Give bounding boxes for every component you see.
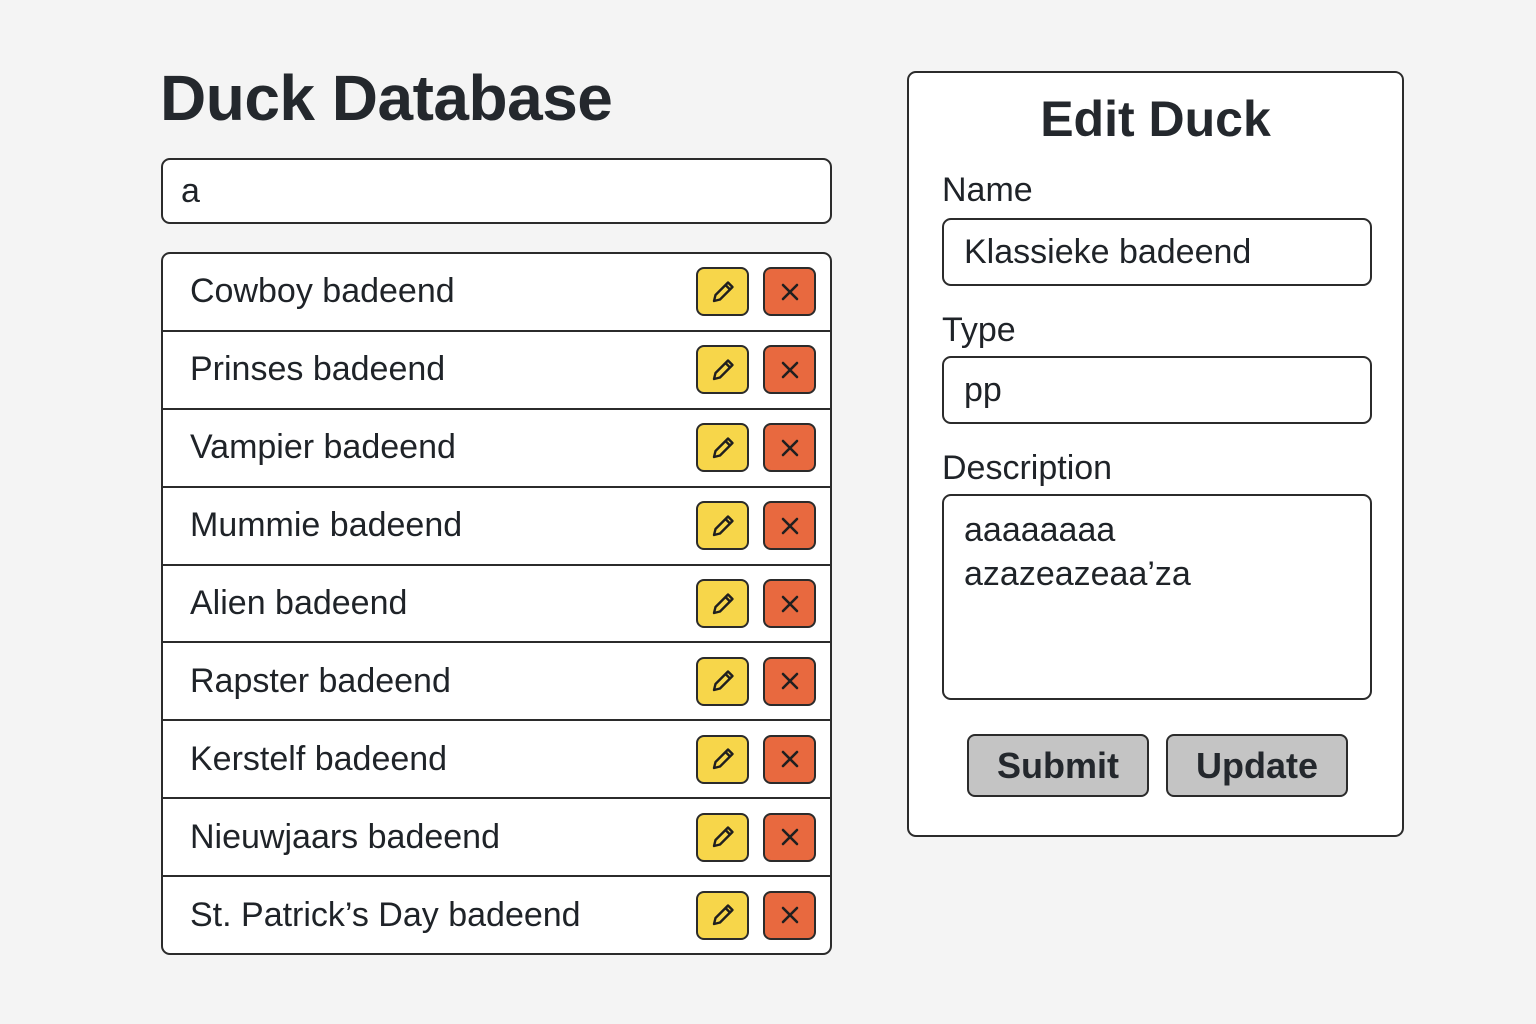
duck-list-item: Alien badeend bbox=[163, 566, 830, 644]
delete-button[interactable] bbox=[763, 579, 816, 628]
close-icon bbox=[781, 361, 798, 379]
edit-button[interactable] bbox=[696, 423, 749, 473]
page-title: Duck Database bbox=[160, 62, 613, 134]
duck-list-item: Rapster badeend bbox=[163, 643, 830, 722]
duck-list-item: Kerstelf badeend bbox=[163, 721, 830, 800]
submit-button[interactable]: Submit bbox=[967, 734, 1149, 797]
close-icon bbox=[781, 517, 798, 534]
type-label: Type bbox=[942, 311, 1016, 349]
pencil-icon bbox=[712, 748, 734, 770]
description-label: Description bbox=[942, 449, 1113, 487]
duck-list-item: St. Patrick’s Day badeend bbox=[163, 877, 830, 953]
delete-button[interactable] bbox=[763, 812, 816, 862]
edit-button[interactable] bbox=[696, 656, 749, 706]
duck-name: Kerstelf badeend bbox=[190, 739, 448, 778]
duck-name: Alien badeend bbox=[190, 584, 408, 622]
delete-button[interactable] bbox=[763, 267, 816, 317]
duck-name: Nieuwjaars badeend bbox=[190, 817, 500, 856]
delete-button[interactable] bbox=[763, 345, 816, 395]
pencil-icon bbox=[712, 437, 734, 458]
duck-list-item: Nieuwjaars badeend bbox=[163, 799, 830, 878]
pencil-icon bbox=[712, 281, 734, 303]
pencil-icon bbox=[712, 670, 734, 692]
page: Duck Database Cowboy badeend Prinses bad… bbox=[0, 0, 1536, 1024]
search-input[interactable] bbox=[161, 158, 832, 224]
duck-list-item: Cowboy badeend bbox=[163, 254, 830, 332]
edit-button[interactable] bbox=[696, 812, 749, 862]
delete-button[interactable] bbox=[763, 890, 816, 940]
duck-name: Mummie badeend bbox=[190, 506, 463, 545]
delete-button[interactable] bbox=[763, 734, 816, 784]
close-icon bbox=[781, 750, 798, 768]
name-field[interactable] bbox=[942, 218, 1372, 286]
duck-list: Cowboy badeend Prinses badeend Vampier b… bbox=[161, 252, 832, 955]
pencil-icon bbox=[712, 592, 734, 614]
duck-name: Prinses badeend bbox=[190, 350, 446, 389]
edit-button[interactable] bbox=[696, 345, 749, 395]
close-icon bbox=[781, 283, 798, 301]
close-icon bbox=[781, 673, 798, 690]
pencil-icon bbox=[712, 359, 734, 381]
duck-list-item: Vampier badeend bbox=[163, 410, 830, 488]
type-field[interactable] bbox=[942, 356, 1372, 424]
delete-button[interactable] bbox=[763, 656, 816, 706]
duck-name: Cowboy badeend bbox=[190, 272, 455, 311]
name-label: Name bbox=[942, 171, 1033, 209]
edit-button[interactable] bbox=[696, 501, 749, 551]
close-icon bbox=[781, 828, 798, 846]
delete-button[interactable] bbox=[763, 501, 816, 551]
pencil-icon bbox=[712, 826, 734, 848]
duck-list-item: Prinses badeend bbox=[163, 332, 830, 410]
duck-name: St. Patrick’s Day badeend bbox=[190, 895, 581, 934]
duck-name: Rapster badeend bbox=[190, 661, 451, 700]
close-icon bbox=[781, 906, 798, 924]
panel-title: Edit Duck bbox=[1040, 91, 1271, 147]
update-button[interactable]: Update bbox=[1166, 734, 1348, 797]
delete-button[interactable] bbox=[763, 423, 816, 473]
edit-button[interactable] bbox=[696, 579, 749, 628]
duck-name: Vampier badeend bbox=[190, 428, 456, 467]
duck-list-item: Mummie badeend bbox=[163, 488, 830, 566]
edit-button[interactable] bbox=[696, 734, 749, 784]
edit-button[interactable] bbox=[696, 890, 749, 940]
close-icon bbox=[781, 595, 798, 612]
pencil-icon bbox=[712, 904, 734, 926]
edit-duck-panel: Edit Duck Name Type Description aaaaaaaa… bbox=[907, 71, 1404, 837]
close-icon bbox=[781, 439, 798, 457]
pencil-icon bbox=[712, 514, 734, 536]
description-field[interactable]: aaaaaaaa azazeazeaa’za bbox=[942, 494, 1372, 700]
edit-button[interactable] bbox=[696, 267, 749, 317]
